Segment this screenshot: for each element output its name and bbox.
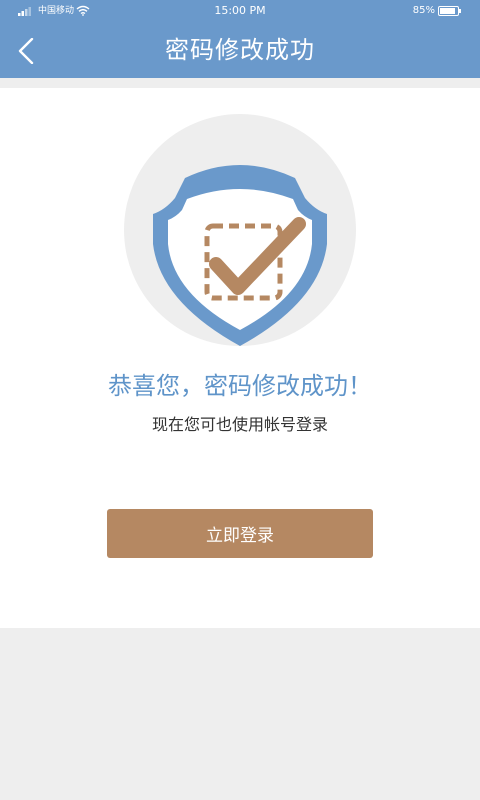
shield-check-icon — [124, 114, 356, 346]
success-subtext: 现在您可也使用帐号登录 — [151, 415, 328, 434]
app-header: 中国移动 15:00 PM 85% 密码修改成功 — [0, 0, 480, 78]
page-title: 密码修改成功 — [165, 36, 315, 64]
content-card: 恭喜您，密码修改成功！ 现在您可也使用帐号登录 立即登录 — [0, 88, 480, 628]
status-bar: 中国移动 15:00 PM 85% — [0, 0, 480, 22]
login-button[interactable]: 立即登录 — [107, 509, 373, 558]
battery-icon — [438, 6, 461, 16]
success-headline: 恭喜您，密码修改成功！ — [108, 372, 372, 400]
battery-percent: 85% — [412, 5, 435, 16]
nav-bar: 密码修改成功 — [0, 22, 480, 78]
status-time: 15:00 PM — [214, 4, 266, 17]
